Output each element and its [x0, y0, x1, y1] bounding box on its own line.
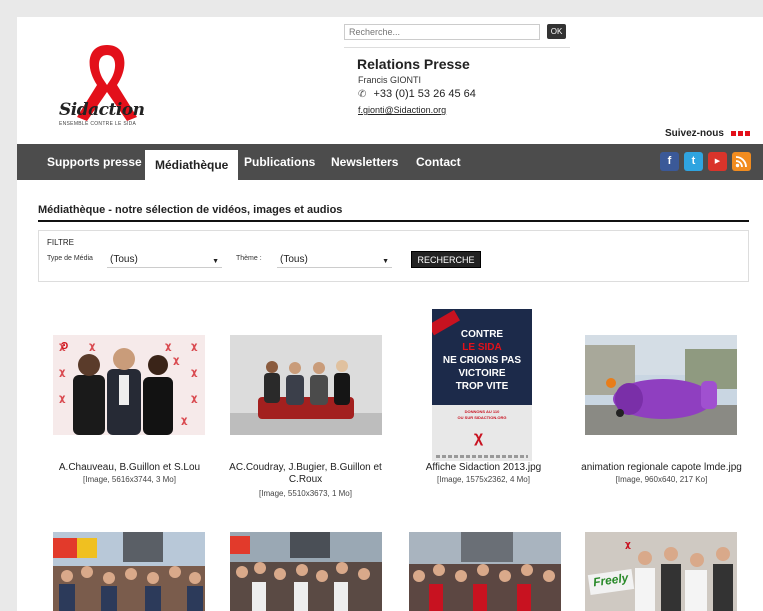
page-title: Médiathèque - notre sélection de vidéos,… [38, 204, 343, 216]
media-meta-1: [Image, 5616x3744, 3 Mo] [83, 475, 176, 484]
nav-item-supports-presse[interactable]: Supports presse [37, 144, 152, 180]
svg-text:χ: χ [191, 367, 198, 378]
press-title: Relations Presse [357, 56, 470, 72]
follow-dots-icon [731, 131, 750, 136]
filter-search-button[interactable]: RECHERCHE [411, 251, 481, 268]
title-rule [38, 220, 749, 222]
nav-item-newsletters[interactable]: Newsletters [321, 144, 408, 180]
facebook-icon[interactable]: f [660, 152, 679, 171]
page: Sidaction ENSEMBLE CONTRE LE SIDA OK Rel… [17, 17, 763, 611]
poster-small-1: DONNONS AU 110 [464, 409, 500, 414]
theme-value: (Tous) [280, 254, 308, 265]
poster-line-2: LE SIDA [462, 342, 502, 353]
media-caption-3[interactable]: Affiche Sidaction 2013.jpg [395, 462, 572, 474]
rss-icon[interactable] [732, 152, 751, 171]
press-contact-name: Francis GIONTI [358, 75, 422, 85]
logo-wordmark: Sidaction [59, 100, 145, 120]
media-type-value: (Tous) [110, 254, 138, 265]
media-thumb-7[interactable] [409, 532, 561, 611]
poster-line-3: NE CRIONS PAS [442, 355, 522, 366]
svg-text:χ: χ [191, 341, 198, 352]
nav-item-publications[interactable]: Publications [234, 144, 325, 180]
search-input[interactable] [344, 24, 540, 40]
nav-item-contact[interactable]: Contact [406, 144, 471, 180]
theme-select[interactable]: (Tous) ▼ [277, 252, 392, 268]
media-thumb-6[interactable] [230, 532, 382, 611]
media-caption-2[interactable]: AC.Coudray, J.Bugier, B.Guillon et C.Rou… [217, 462, 394, 486]
poster-line-1: CONTRE [460, 329, 504, 340]
media-thumb-1[interactable]: Ͽ χχχχ χχχ χχχχ [53, 335, 205, 435]
main-nav: Supports presse Médiathèque Publications… [17, 144, 763, 180]
poster-line-5: TROP VITE [455, 381, 509, 392]
media-thumb-4[interactable] [585, 335, 737, 435]
search-ok-button[interactable]: OK [547, 24, 566, 39]
poster-ribbon-icon: χ [474, 429, 484, 446]
search-divider [344, 47, 570, 48]
svg-text:χ: χ [165, 341, 172, 352]
filter-panel: FILTRE Type de Média (Tous) ▼ Thème : (T… [38, 230, 749, 282]
twitter-icon[interactable]: t [684, 152, 703, 171]
svg-text:χ: χ [59, 341, 66, 352]
svg-text:χ: χ [625, 540, 631, 550]
press-phone: ✆ +33 (0)1 53 26 45 64 [358, 88, 476, 100]
poster-small-2: OU SUR SIDACTION.ORG [457, 415, 507, 420]
media-type-select[interactable]: (Tous) ▼ [107, 252, 222, 268]
media-meta-3: [Image, 1575x2362, 4 Mo] [437, 475, 530, 484]
youtube-icon[interactable]: ▶ [708, 152, 727, 171]
phone-icon: ✆ [358, 89, 367, 100]
press-email-link[interactable]: f.gionti@Sidaction.org [358, 105, 446, 115]
svg-text:χ: χ [173, 355, 180, 366]
press-phone-number: +33 (0)1 53 26 45 64 [373, 88, 476, 100]
media-thumb-5[interactable] [53, 532, 205, 611]
media-meta-4: [Image, 960x640, 217 Ko] [615, 475, 708, 484]
media-caption-1[interactable]: A.Chauveau, B.Guillon et S.Lou [41, 462, 218, 474]
media-type-label: Type de Média [47, 255, 93, 262]
follow-label: Suivez-nous [665, 128, 724, 139]
theme-label: Thème : [236, 255, 262, 262]
chevron-down-icon: ▼ [212, 258, 219, 265]
svg-text:χ: χ [181, 415, 188, 426]
poster-line-4: VICTOIRE [458, 368, 506, 379]
media-thumb-8[interactable]: χ Freely [585, 532, 737, 611]
media-meta-2: [Image, 5510x3673, 1 Mo] [259, 489, 352, 498]
chevron-down-icon: ▼ [382, 258, 389, 265]
svg-text:χ: χ [89, 341, 96, 352]
nav-item-mediatheque[interactable]: Médiathèque [145, 150, 239, 180]
svg-text:χ: χ [59, 367, 66, 378]
logo-tagline: ENSEMBLE CONTRE LE SIDA [59, 121, 137, 127]
svg-text:χ: χ [59, 393, 66, 404]
media-thumb-3[interactable]: CONTRE LE SIDA NE CRIONS PAS VICTOIRE TR… [432, 309, 532, 461]
filter-label: FILTRE [47, 238, 74, 247]
media-thumb-2[interactable] [230, 335, 382, 435]
media-caption-4[interactable]: animation regionale capote lmde.jpg [573, 462, 750, 474]
svg-text:χ: χ [191, 393, 198, 404]
